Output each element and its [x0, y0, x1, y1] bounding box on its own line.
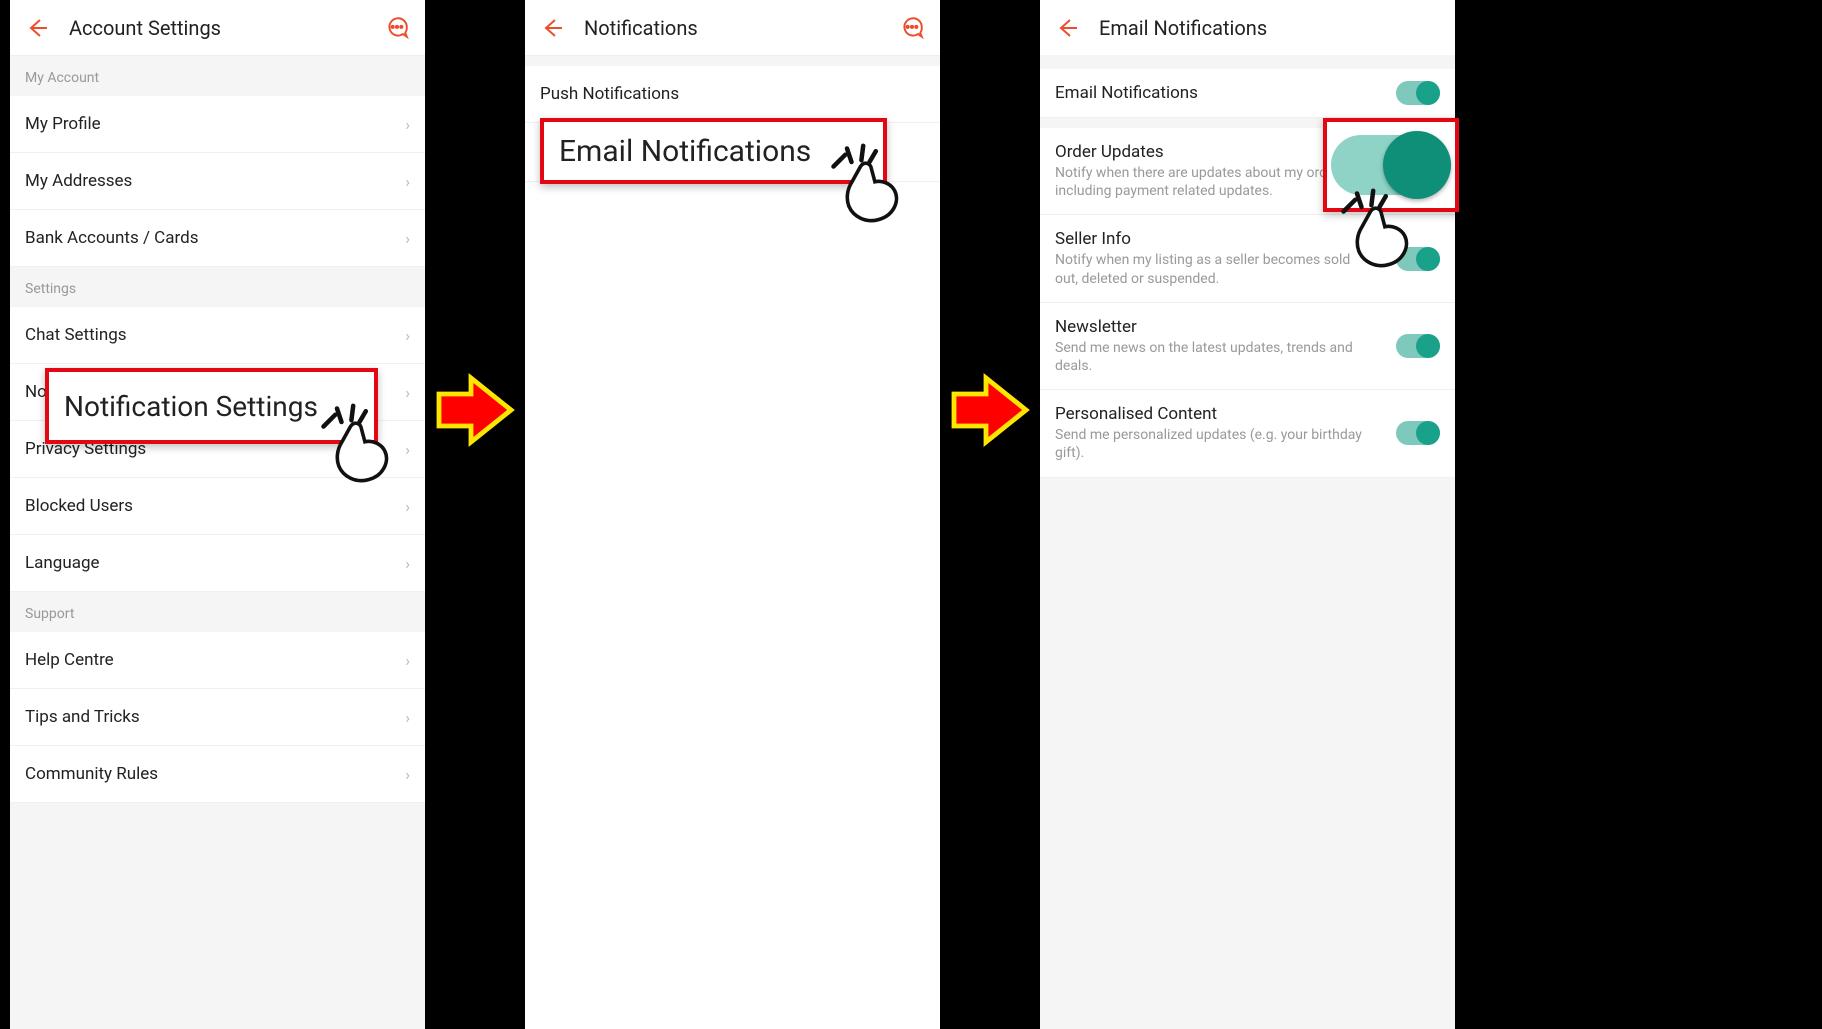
toggle-switch-icon[interactable] — [1396, 421, 1440, 445]
toggle-email-notifications[interactable]: Email Notifications — [1040, 69, 1455, 118]
row-label: Tips and Tricks — [25, 707, 140, 727]
highlight-email-notifications: Email Notifications — [540, 118, 887, 184]
toggle-switch-icon[interactable] — [1396, 334, 1440, 358]
header-title: Notifications — [584, 16, 698, 40]
back-arrow-icon[interactable] — [540, 16, 564, 40]
header-title: Account Settings — [69, 16, 221, 40]
toggle-switch-icon[interactable] — [1396, 247, 1440, 271]
section-header-my-account: My Account — [10, 56, 425, 96]
big-toggle-switch-icon — [1331, 135, 1451, 195]
chevron-right-icon: › — [405, 554, 410, 573]
row-label: Bank Accounts / Cards — [25, 228, 198, 248]
highlight-order-updates-toggle — [1323, 118, 1459, 212]
chevron-right-icon: › — [405, 708, 410, 727]
row-title: Newsletter — [1055, 317, 1370, 337]
chevron-right-icon: › — [405, 229, 410, 248]
row-push-notifications[interactable]: Push Notifications — [525, 66, 940, 123]
row-label: Chat Settings — [25, 325, 127, 345]
section-header-settings: Settings — [10, 267, 425, 307]
header: Notifications — [525, 0, 940, 56]
row-my-addresses[interactable]: My Addresses › — [10, 153, 425, 210]
row-label: My Addresses — [25, 171, 132, 191]
row-bank-accounts[interactable]: Bank Accounts / Cards › — [10, 210, 425, 267]
section-header-support: Support — [10, 592, 425, 632]
row-my-profile[interactable]: My Profile › — [10, 96, 425, 153]
chevron-right-icon: › — [405, 651, 410, 670]
flow-arrow-icon — [950, 370, 1030, 450]
row-title: Seller Info — [1055, 229, 1370, 249]
highlight-label: Email Notifications — [559, 134, 811, 169]
back-arrow-icon[interactable] — [25, 16, 49, 40]
screen-account-settings: Account Settings My Account My Profile› … — [10, 0, 425, 1029]
chevron-right-icon: › — [405, 440, 410, 459]
chevron-right-icon: › — [405, 765, 410, 784]
highlight-notification-settings: Notification Settings — [45, 368, 378, 444]
chevron-right-icon: › — [405, 497, 410, 516]
row-sub: Send me news on the latest updates, tren… — [1055, 339, 1370, 375]
row-tips-tricks[interactable]: Tips and Tricks › — [10, 689, 425, 746]
row-label: My Profile — [25, 114, 101, 134]
chevron-right-icon: › — [405, 383, 410, 402]
row-sub: Send me personalized updates (e.g. your … — [1055, 426, 1370, 462]
toggle-personalised-content[interactable]: Personalised Content Send me personalize… — [1040, 390, 1455, 477]
row-label: Blocked Users — [25, 496, 133, 516]
chat-icon[interactable] — [384, 15, 410, 41]
toggle-switch-icon[interactable] — [1396, 81, 1440, 105]
row-community-rules[interactable]: Community Rules › — [10, 746, 425, 803]
header: Account Settings — [10, 0, 425, 56]
row-label: Help Centre — [25, 650, 114, 670]
flow-arrow-icon — [435, 370, 515, 450]
chat-icon[interactable] — [899, 15, 925, 41]
row-label: Community Rules — [25, 764, 158, 784]
header-title: Email Notifications — [1099, 16, 1267, 40]
row-language[interactable]: Language › — [10, 535, 425, 592]
highlight-label: Notification Settings — [64, 390, 318, 423]
row-label: Language — [25, 553, 100, 573]
row-label: Push Notifications — [540, 84, 679, 104]
row-title: Email Notifications — [1055, 83, 1370, 103]
row-sub: Notify when my listing as a seller becom… — [1055, 251, 1370, 287]
row-blocked-users[interactable]: Blocked Users › — [10, 478, 425, 535]
chevron-right-icon: › — [405, 172, 410, 191]
row-chat-settings[interactable]: Chat Settings › — [10, 307, 425, 364]
row-title: Personalised Content — [1055, 404, 1370, 424]
row-help-centre[interactable]: Help Centre › — [10, 632, 425, 689]
chevron-right-icon: › — [405, 115, 410, 134]
header: Email Notifications — [1040, 0, 1455, 55]
back-arrow-icon[interactable] — [1055, 16, 1079, 40]
chevron-right-icon: › — [405, 326, 410, 345]
toggle-seller-info[interactable]: Seller Info Notify when my listing as a … — [1040, 215, 1455, 302]
toggle-newsletter[interactable]: Newsletter Send me news on the latest up… — [1040, 303, 1455, 390]
